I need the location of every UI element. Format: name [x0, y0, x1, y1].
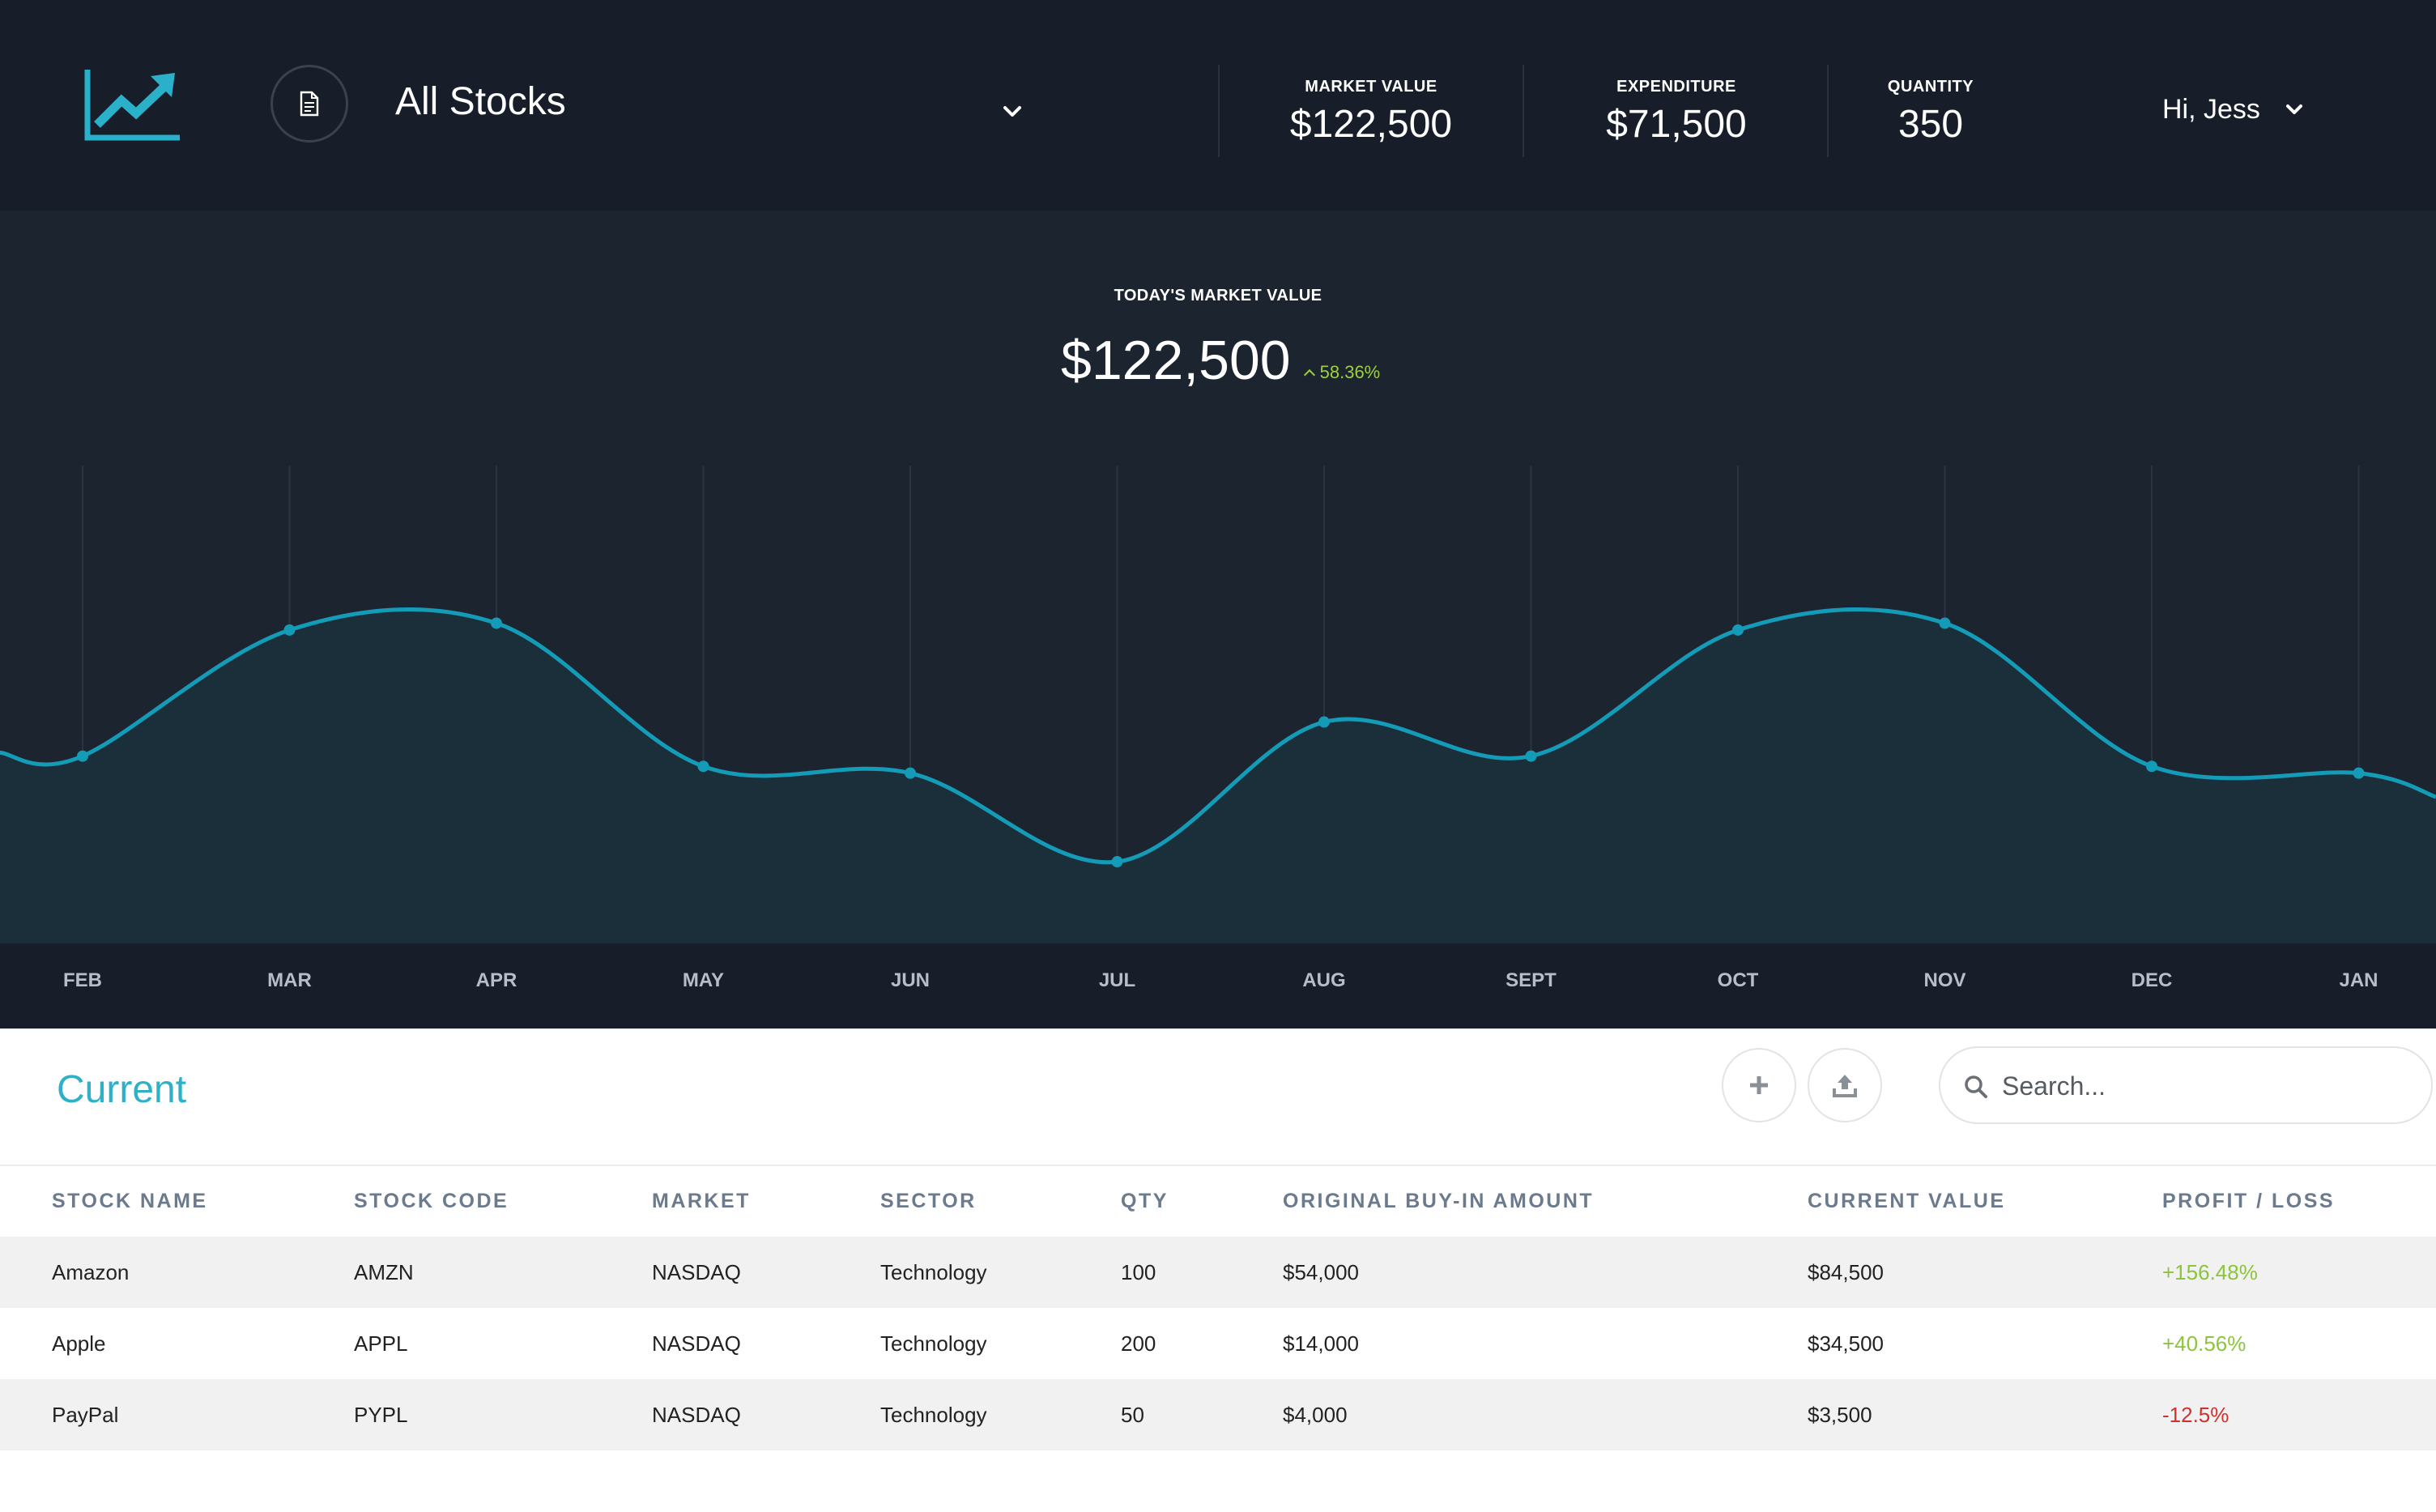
cell-market: NASDAQ: [652, 1331, 741, 1356]
table-header-row: STOCK NAME STOCK CODE MARKET SECTOR QTY …: [0, 1165, 2436, 1237]
cell-stock-name: PayPal: [0, 1379, 354, 1450]
market-value-chart-panel: TODAY'S MARKET VALUE $122,500 58.36% FEB…: [0, 211, 2436, 1029]
column-header-stock-name[interactable]: STOCK NAME: [0, 1165, 354, 1237]
cell-sector: Technology: [880, 1331, 987, 1356]
data-point-may[interactable]: [697, 760, 709, 773]
top-bar: All Stocks MARKET VALUE $122,500 EXPENDI…: [0, 0, 2436, 211]
cell-stock-code: AMZN: [354, 1237, 652, 1308]
cell-qty: 50: [1121, 1379, 1283, 1450]
cell-profit-loss: +156.48%: [2162, 1237, 2436, 1308]
upload-button[interactable]: [1808, 1048, 1882, 1122]
portfolio-select-title[interactable]: All Stocks: [395, 76, 566, 128]
stat-label: EXPENDITURE: [1616, 78, 1736, 96]
column-header-market[interactable]: MARKET: [652, 1165, 880, 1237]
column-header-buy-in-amount[interactable]: ORIGINAL BUY-IN AMOUNT: [1283, 1165, 1808, 1237]
chevron-down-icon: [2285, 104, 2302, 114]
x-tick-label: MAR: [267, 969, 312, 991]
stat-value: 350: [1897, 103, 1964, 146]
cell-profit-loss: +40.56%: [2162, 1331, 2246, 1356]
user-menu[interactable]: Hi, Jess: [2162, 89, 2307, 130]
data-point-nov[interactable]: [1939, 617, 1951, 629]
x-tick-label: NOV: [1923, 969, 1965, 991]
stat-divider: [1827, 65, 1829, 157]
cell-qty: 200: [1121, 1331, 1156, 1356]
document-icon: [300, 91, 319, 117]
x-tick-label: FEB: [63, 969, 102, 991]
add-stock-button[interactable]: [1722, 1048, 1796, 1122]
stat-value: $122,500: [1289, 103, 1453, 146]
x-tick-label: SEPT: [1505, 969, 1557, 991]
cell-market: NASDAQ: [652, 1237, 880, 1308]
cell-current-value: $34,500: [1808, 1331, 1884, 1356]
table-row[interactable]: Apple APPL NASDAQ Technology 200 $14,000…: [0, 1308, 2436, 1379]
x-tick-label: JUL: [1099, 969, 1135, 991]
column-header-sector[interactable]: SECTOR: [880, 1165, 1121, 1237]
cell-current-value: $3,500: [1808, 1379, 2162, 1450]
user-greeting: Hi, Jess: [2162, 93, 2260, 125]
plus-icon: [1750, 1076, 1768, 1094]
stat-divider: [1522, 65, 1524, 157]
stat-label: MARKET VALUE: [1305, 78, 1437, 96]
cell-stock-code: APPL: [354, 1331, 408, 1356]
cell-current-value: $84,500: [1808, 1237, 2162, 1308]
cell-sector: Technology: [880, 1237, 1121, 1308]
data-point-aug[interactable]: [1318, 716, 1330, 728]
data-point-jan[interactable]: [2353, 767, 2365, 779]
x-tick-label: OCT: [1718, 969, 1759, 991]
data-point-jun[interactable]: [905, 767, 916, 779]
search-icon: [1965, 1075, 1987, 1098]
data-point-mar[interactable]: [283, 624, 296, 636]
data-point-oct[interactable]: [1732, 624, 1744, 636]
current-holdings-section: Current STOCK NAME STOCK CODE MARKET: [0, 1029, 2436, 1512]
column-header-qty[interactable]: QTY: [1121, 1165, 1283, 1237]
data-point-feb[interactable]: [77, 750, 88, 762]
x-tick-label: AUG: [1302, 969, 1345, 991]
data-point-jul[interactable]: [1111, 856, 1123, 868]
table-row[interactable]: PayPal PYPL NASDAQ Technology 50 $4,000 …: [0, 1379, 2436, 1450]
cell-buy-in-amount: $14,000: [1283, 1331, 1359, 1356]
stat-label: QUANTITY: [1887, 78, 1974, 96]
cell-stock-code: PYPL: [354, 1379, 652, 1450]
cell-market: NASDAQ: [652, 1379, 880, 1450]
table-row[interactable]: Amazon AMZN NASDAQ Technology 100 $54,00…: [0, 1237, 2436, 1308]
chevron-down-icon[interactable]: [998, 97, 1027, 126]
cell-stock-name: Apple: [52, 1331, 106, 1356]
market-value-area-chart[interactable]: FEB MAR APR MAY JUN JUL AUG SEPT OCT NOV DEC JAN: [0, 211, 2436, 1029]
cell-buy-in-amount: $54,000: [1283, 1237, 1808, 1308]
cell-profit-loss: -12.5%: [2162, 1379, 2436, 1450]
x-tick-label: APR: [476, 969, 517, 991]
search-field[interactable]: [1939, 1046, 2433, 1124]
cell-qty: 100: [1121, 1237, 1283, 1308]
stat-quantity: QUANTITY 350: [1876, 75, 1986, 151]
column-header-current-value[interactable]: CURRENT VALUE: [1808, 1165, 2162, 1237]
stat-expenditure: EXPENDITURE $71,500: [1597, 75, 1756, 151]
section-title: Current: [57, 1068, 187, 1111]
x-tick-label: JUN: [891, 969, 930, 991]
x-tick-label: DEC: [2132, 969, 2173, 991]
data-point-apr[interactable]: [491, 617, 502, 629]
stocks-table: STOCK NAME STOCK CODE MARKET SECTOR QTY …: [0, 1165, 2436, 1450]
stat-divider: [1218, 65, 1220, 157]
portfolio-document-button[interactable]: [270, 65, 348, 143]
data-point-sept[interactable]: [1525, 750, 1537, 762]
stat-market-value: MARKET VALUE $122,500: [1288, 75, 1454, 151]
x-tick-label: JAN: [2339, 969, 2378, 991]
trending-up-chart-icon[interactable]: [84, 68, 181, 143]
chart-area-fill: [0, 609, 2436, 943]
column-header-stock-code[interactable]: STOCK CODE: [354, 1165, 652, 1237]
x-tick-label: MAY: [683, 969, 724, 991]
cell-stock-name: Amazon: [0, 1237, 354, 1308]
search-input[interactable]: [2000, 1064, 2405, 1108]
column-header-profit-loss[interactable]: PROFIT / LOSS: [2162, 1165, 2436, 1237]
cell-buy-in-amount: $4,000: [1283, 1379, 1808, 1450]
stat-value: $71,500: [1606, 103, 1747, 146]
upload-icon: [1833, 1075, 1857, 1097]
data-point-dec[interactable]: [2146, 760, 2157, 773]
cell-sector: Technology: [880, 1379, 1121, 1450]
